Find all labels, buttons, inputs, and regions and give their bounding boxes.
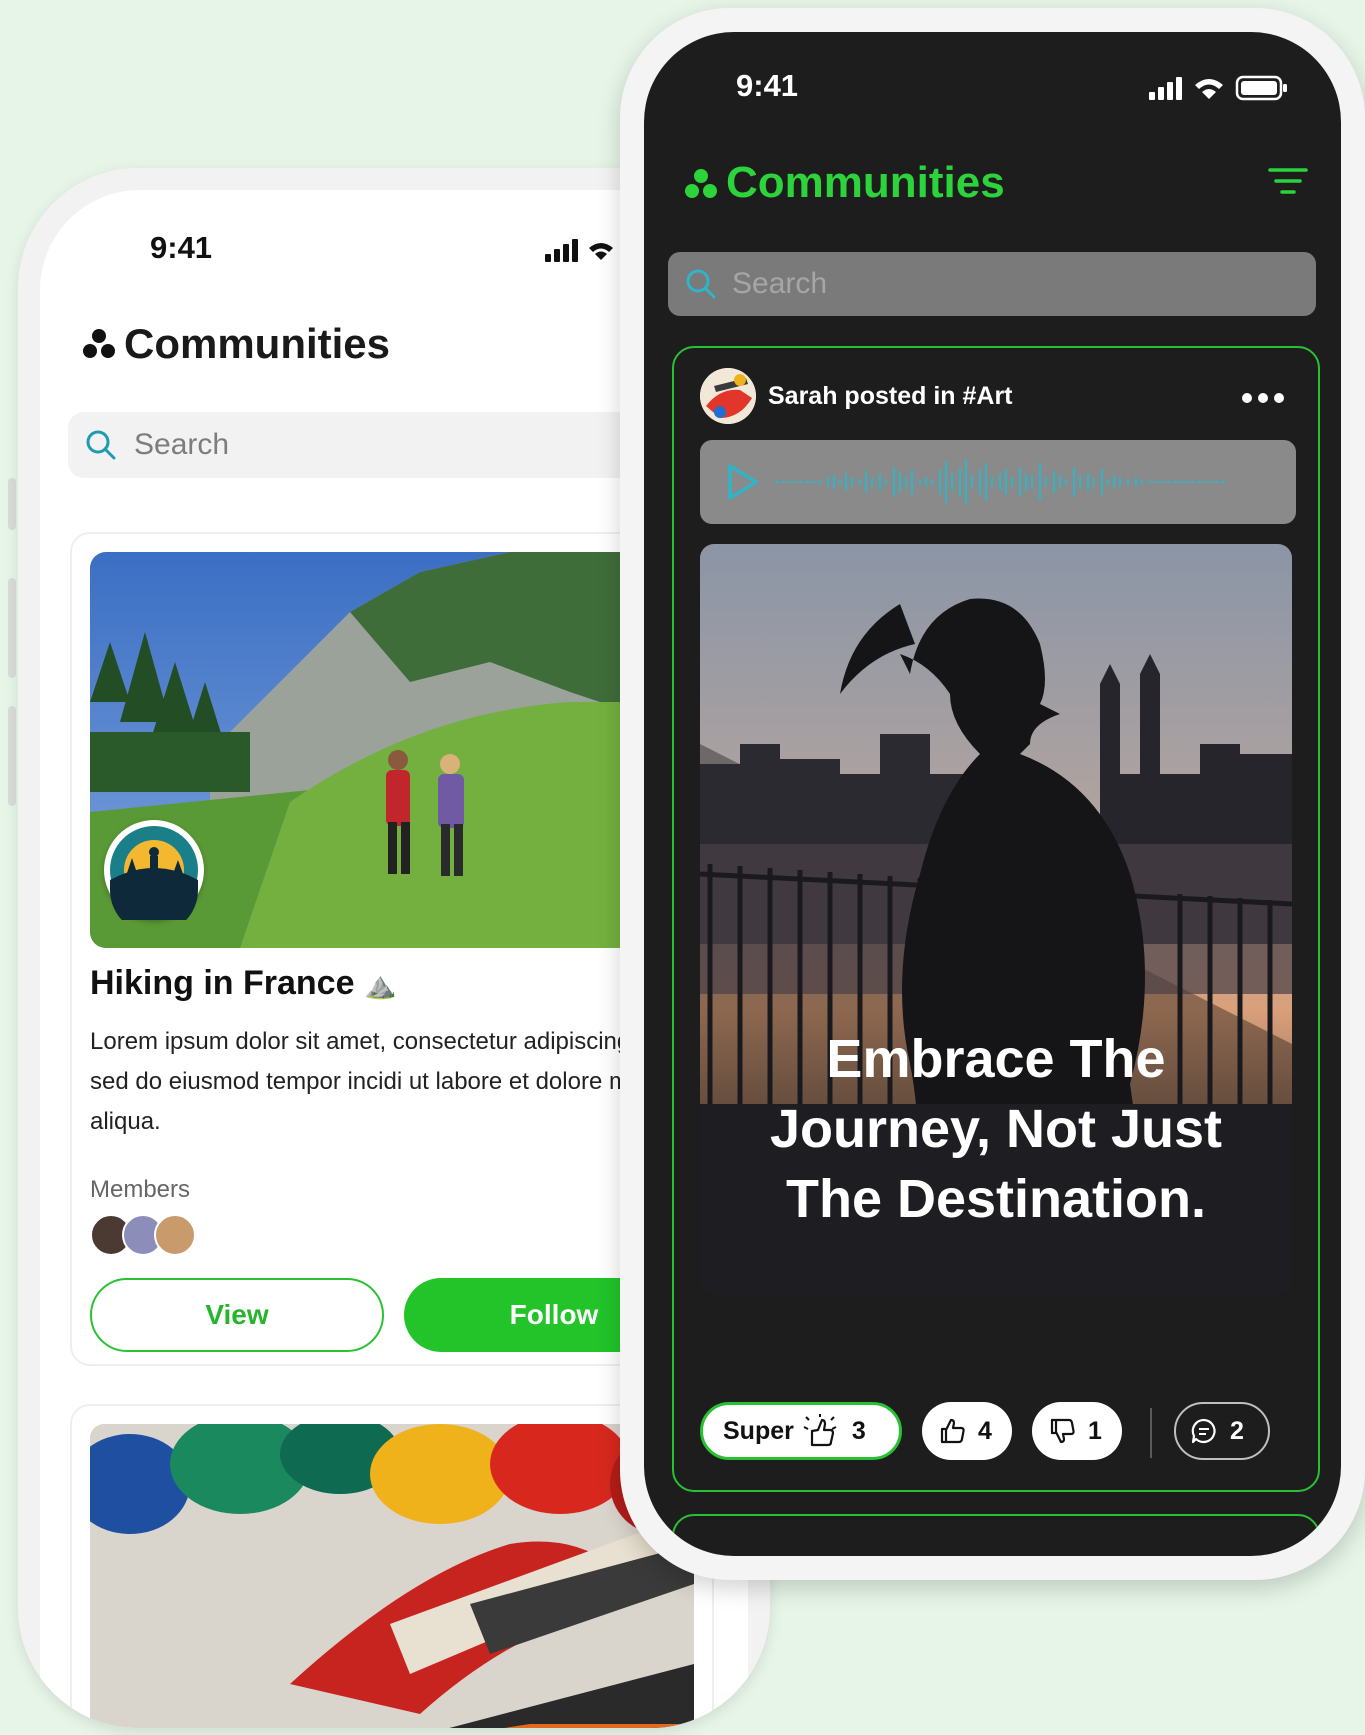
quote-line: Journey, Not Just bbox=[769, 1099, 1223, 1159]
super-reaction-button[interactable]: Super 3 bbox=[700, 1402, 902, 1460]
side-button bbox=[8, 478, 16, 530]
view-button[interactable]: View bbox=[90, 1278, 384, 1352]
community-description: Lorem ipsum dolor sit amet, consectetur … bbox=[90, 1028, 683, 1135]
poster-avatar bbox=[700, 368, 756, 424]
status-icons bbox=[1149, 72, 1299, 109]
divider bbox=[1150, 1408, 1152, 1458]
thumbs-down-icon bbox=[1050, 1418, 1075, 1444]
search-bar[interactable] bbox=[68, 412, 688, 478]
community-badge-icon bbox=[104, 820, 204, 934]
search-input[interactable] bbox=[132, 427, 616, 463]
status-time: 9:41 bbox=[736, 68, 799, 103]
battery-icon bbox=[1235, 75, 1287, 101]
communities-logo-icon bbox=[80, 325, 118, 363]
signal-icon bbox=[1149, 77, 1182, 100]
like-button[interactable]: 4 bbox=[922, 1402, 1012, 1460]
community-cover-image bbox=[90, 1424, 694, 1728]
post-card[interactable] bbox=[672, 1514, 1320, 1556]
dislike-button[interactable]: 1 bbox=[1032, 1402, 1122, 1460]
quote-line: The Destination. bbox=[785, 1169, 1207, 1229]
more-options-icon[interactable] bbox=[1242, 390, 1290, 408]
side-button bbox=[8, 578, 16, 678]
page-title-text: Communities bbox=[726, 158, 1005, 207]
super-count: 3 bbox=[851, 1416, 866, 1445]
community-title-text: Hiking in France bbox=[90, 964, 355, 1002]
page-title-text: Communities bbox=[124, 320, 391, 367]
community-card[interactable]: Hiking in France ⛰️ Lorem ipsum dolor si… bbox=[70, 532, 714, 1366]
dark-phone: 9:41 Communities Search Sarah posted in … bbox=[620, 8, 1365, 1580]
community-card[interactable] bbox=[70, 1404, 714, 1728]
poster-line: Sarah posted in #Art bbox=[768, 382, 1013, 410]
search-bar[interactable] bbox=[668, 252, 1316, 316]
signal-icon bbox=[545, 239, 613, 262]
community-title: Hiking in France ⛰️ bbox=[90, 964, 396, 1003]
search-input[interactable] bbox=[730, 266, 1254, 302]
thumbs-up-icon bbox=[940, 1418, 965, 1444]
filter-icon[interactable] bbox=[1268, 164, 1308, 200]
comment-count: 2 bbox=[1230, 1416, 1244, 1445]
status-time: 9:41 bbox=[150, 230, 213, 265]
post-quote: Embrace The Journey, Not Just The Destin… bbox=[700, 1024, 1292, 1234]
comment-button[interactable]: 2 bbox=[1174, 1402, 1270, 1460]
dislike-count: 1 bbox=[1088, 1416, 1102, 1445]
status-icons bbox=[545, 238, 615, 269]
avatar bbox=[154, 1214, 196, 1256]
post-card[interactable]: Sarah posted in #Art Embrace The Journey… bbox=[672, 346, 1320, 1492]
like-count: 4 bbox=[978, 1416, 992, 1445]
quote-line: Embrace The bbox=[826, 1029, 1166, 1089]
communities-logo-icon bbox=[682, 164, 720, 202]
page-title: Communities bbox=[80, 320, 390, 368]
search-icon bbox=[86, 430, 116, 460]
dark-phone-screen: 9:41 Communities Search Sarah posted in … bbox=[644, 32, 1341, 1556]
post-image[interactable]: Embrace The Journey, Not Just The Destin… bbox=[700, 544, 1292, 1294]
waveform bbox=[775, 459, 1225, 505]
wifi-icon bbox=[1195, 79, 1223, 99]
side-button bbox=[8, 706, 16, 806]
members-label: Members bbox=[90, 1176, 191, 1203]
play-icon[interactable] bbox=[728, 464, 758, 500]
super-like-icon bbox=[803, 1414, 837, 1447]
audio-player[interactable] bbox=[700, 440, 1296, 524]
mountain-emoji: ⛰️ bbox=[363, 970, 397, 1000]
super-label: Super bbox=[723, 1416, 794, 1445]
search-icon bbox=[686, 269, 716, 299]
comment-icon bbox=[1191, 1418, 1216, 1444]
page-title: Communities bbox=[682, 158, 1005, 208]
